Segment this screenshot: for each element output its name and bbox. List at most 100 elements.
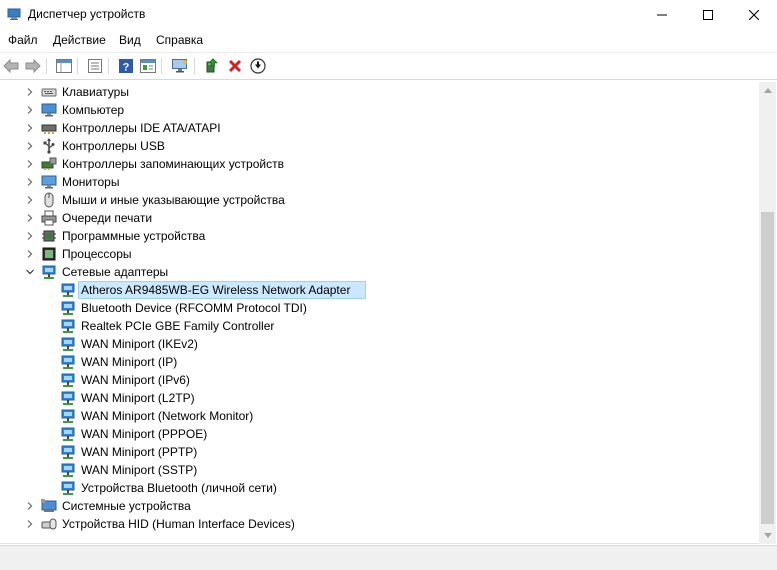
tree-category[interactable]: Программные устройства xyxy=(0,227,760,245)
chevron-right-icon[interactable] xyxy=(25,105,35,115)
computer-icon xyxy=(41,103,57,117)
vertical-scrollbar[interactable] xyxy=(759,82,776,544)
tree-category[interactable]: Мыши и иные указывающие устройства xyxy=(0,191,760,209)
printer-icon xyxy=(41,210,57,226)
tree-item-label: Контроллеры IDE ATA/ATAPI xyxy=(62,121,221,135)
network-adapter-icon xyxy=(61,319,75,333)
network-adapter-icon xyxy=(61,445,75,459)
tree-device[interactable]: WAN Miniport (IPv6) xyxy=(0,371,760,389)
chevron-right-icon[interactable] xyxy=(25,231,35,241)
chevron-right-icon[interactable] xyxy=(25,123,35,133)
tree-category[interactable]: Устройства HID (Human Interface Devices) xyxy=(0,515,760,533)
tree-item-label: Bluetooth Device (RFCOMM Protocol TDI) xyxy=(81,301,307,315)
tree-item-label: Компьютер xyxy=(62,103,125,117)
tree-device[interactable]: WAN Miniport (IP) xyxy=(0,353,760,371)
back-button[interactable] xyxy=(2,57,20,75)
tree-item-label: Контроллеры USB xyxy=(62,139,165,153)
tree-category[interactable]: Контроллеры USB xyxy=(0,137,760,155)
details-button[interactable] xyxy=(139,57,157,75)
forward-button[interactable] xyxy=(24,57,42,75)
menu-help[interactable]: Справка xyxy=(156,33,203,47)
minimize-icon xyxy=(657,14,667,16)
tree-category[interactable]: Процессоры xyxy=(0,245,760,263)
tree-category[interactable]: Сетевые адаптеры xyxy=(0,263,760,281)
tree-device[interactable]: WAN Miniport (IKEv2) xyxy=(0,335,760,353)
tree-item-label: Процессоры xyxy=(62,247,132,261)
chevron-right-icon[interactable] xyxy=(25,195,35,205)
tree-item-label: WAN Miniport (PPPOE) xyxy=(81,427,208,441)
tree-item-label: WAN Miniport (L2TP) xyxy=(81,391,195,405)
chevron-right-icon[interactable] xyxy=(25,159,35,169)
close-button[interactable] xyxy=(731,0,777,30)
scan-hardware-button[interactable] xyxy=(171,57,189,75)
chevron-right-icon[interactable] xyxy=(25,501,35,511)
tree-category[interactable]: Клавиатуры xyxy=(0,83,760,101)
tree-device[interactable]: Bluetooth Device (RFCOMM Protocol TDI) xyxy=(0,299,760,317)
chevron-up-icon xyxy=(763,88,772,93)
back-icon xyxy=(3,59,19,73)
tree-category[interactable]: Очереди печати xyxy=(0,209,760,227)
device-manager-icon xyxy=(7,8,21,20)
menu-file[interactable]: Файл xyxy=(8,33,38,47)
tree-item-label: Устройства Bluetooth (личной сети) xyxy=(81,481,277,495)
tree-category[interactable]: Системные устройства xyxy=(0,497,760,515)
update-driver-button[interactable] xyxy=(203,57,221,75)
tree-device[interactable]: WAN Miniport (SSTP) xyxy=(0,461,760,479)
network-adapter-icon xyxy=(61,337,75,351)
tree-device[interactable]: WAN Miniport (L2TP) xyxy=(0,389,760,407)
tree-device[interactable]: WAN Miniport (PPPOE) xyxy=(0,425,760,443)
chevron-right-icon[interactable] xyxy=(25,87,35,97)
chevron-right-icon[interactable] xyxy=(25,213,35,223)
network-adapter-icon xyxy=(61,427,75,441)
tree-category[interactable]: Компьютер xyxy=(0,101,760,119)
tree-item-label: Сетевые адаптеры xyxy=(62,265,169,279)
title-bar: Диспетчер устройств xyxy=(0,0,777,30)
tree-device[interactable]: WAN Miniport (PPTP) xyxy=(0,443,760,461)
minimize-button[interactable] xyxy=(639,0,685,30)
tree-device[interactable]: Устройства Bluetooth (личной сети) xyxy=(0,479,760,497)
network-adapter-icon xyxy=(61,355,75,369)
chevron-right-icon[interactable] xyxy=(25,141,35,151)
download-icon xyxy=(250,58,266,74)
scroll-down-button[interactable] xyxy=(759,527,776,544)
processor-icon xyxy=(42,247,56,261)
help-icon: ? xyxy=(119,59,133,74)
network-adapter-icon xyxy=(42,265,56,279)
network-adapter-icon xyxy=(61,373,75,387)
tree-device[interactable]: WAN Miniport (Network Monitor) xyxy=(0,407,760,425)
svg-text:?: ? xyxy=(123,62,130,74)
tree-item-label: WAN Miniport (IPv6) xyxy=(81,373,190,387)
help-button[interactable]: ? xyxy=(117,57,135,75)
chevron-right-icon[interactable] xyxy=(25,177,35,187)
tree-device[interactable]: Atheros AR9485WB-EG Wireless Network Ada… xyxy=(0,281,760,299)
menu-view[interactable]: Вид xyxy=(119,33,141,47)
tree-category[interactable]: Контроллеры запоминающих устройств xyxy=(0,155,760,173)
tree-item-label: Системные устройства xyxy=(62,499,191,513)
chevron-down-icon[interactable] xyxy=(25,267,35,277)
menu-action[interactable]: Действие xyxy=(53,33,106,47)
tree-item-label: Мониторы xyxy=(62,175,120,189)
scroll-up-button[interactable] xyxy=(759,82,776,99)
tree-category[interactable]: Контроллеры IDE ATA/ATAPI xyxy=(0,119,760,137)
chevron-right-icon[interactable] xyxy=(25,519,35,529)
properties-button[interactable] xyxy=(86,57,104,75)
tree-category[interactable]: Мониторы xyxy=(0,173,760,191)
scroll-thumb[interactable] xyxy=(761,212,774,524)
chevron-right-icon[interactable] xyxy=(25,249,35,259)
chevron-down-icon xyxy=(763,533,772,538)
show-hide-tree-button[interactable] xyxy=(55,57,73,75)
properties-grid-icon xyxy=(56,59,72,73)
maximize-button[interactable] xyxy=(685,0,731,30)
menu-bar: Файл Действие Вид Справка xyxy=(0,30,777,50)
disable-device-button[interactable] xyxy=(249,57,267,75)
close-icon xyxy=(749,10,759,20)
mouse-icon xyxy=(44,192,54,208)
keyboard-icon xyxy=(41,88,57,97)
system-device-icon xyxy=(41,499,57,512)
forward-icon xyxy=(25,59,41,73)
tree-item-label: Atheros AR9485WB-EG Wireless Network Ada… xyxy=(81,283,351,297)
ide-controller-icon xyxy=(41,124,57,134)
tree-item-label: Программные устройства xyxy=(62,229,206,243)
tree-device[interactable]: Realtek PCIe GBE Family Controller xyxy=(0,317,760,335)
uninstall-button[interactable] xyxy=(226,57,244,75)
